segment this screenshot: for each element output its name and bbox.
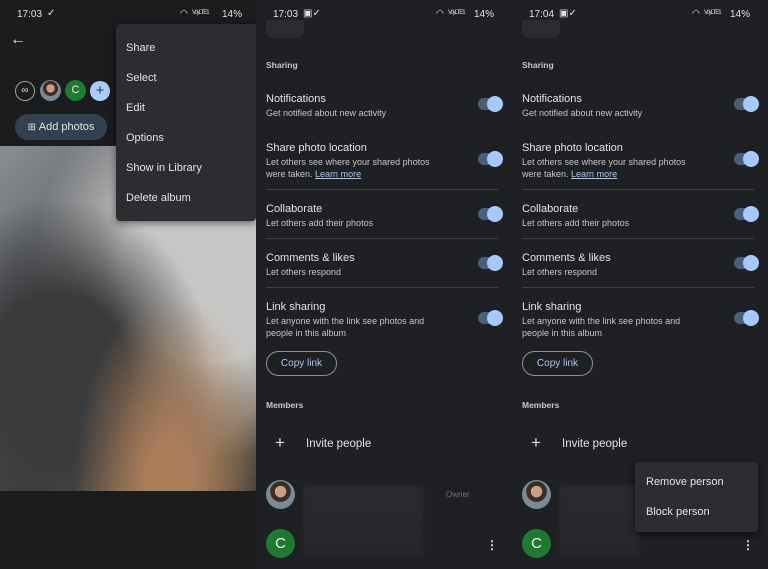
add-person-icon[interactable]: +: [90, 81, 110, 101]
learn-more-link[interactable]: Learn more: [315, 169, 361, 179]
menu-item-delete-album[interactable]: Delete album: [126, 192, 191, 204]
comments-title: Comments & likes: [266, 252, 355, 264]
collaborate-title: Collaborate: [522, 203, 579, 215]
add-photos-label: Add photos: [38, 121, 95, 133]
location-subtitle: Let others see where your shared photos …: [522, 156, 702, 180]
link-sharing-toggle[interactable]: [478, 310, 503, 326]
members-section-title: Members: [266, 400, 304, 410]
notifications-title: Notifications: [522, 93, 582, 105]
location-title: Share photo location: [522, 142, 623, 154]
battery-level: 14%: [729, 9, 750, 20]
sharing-settings-screen-menu: 17:04 ▣✓ ◠ Vo) LTE1 14% Sharing Notifica…: [512, 0, 768, 569]
member-avatar-owner: [266, 480, 295, 509]
status-time: 17:04: [529, 9, 555, 20]
comments-subtitle: Let others respond: [522, 267, 598, 277]
location-toggle[interactable]: [478, 151, 503, 167]
link-sharing-subtitle: Let anyone with the link see photos and …: [266, 316, 425, 338]
status-time: 17:03: [273, 9, 299, 20]
plus-icon[interactable]: +: [531, 433, 541, 453]
back-arrow-icon[interactable]: ←: [10, 31, 26, 49]
invite-people-label[interactable]: Invite people: [306, 438, 371, 450]
divider: [522, 287, 754, 288]
gallery-notification-icon: ▣✓: [559, 8, 577, 19]
menu-item-show-in-library[interactable]: Show in Library: [126, 162, 202, 174]
overflow-menu: Share Select Edit Options Show in Librar…: [116, 24, 256, 221]
owner-label: Owner: [446, 490, 470, 499]
network-label: Vo) LTE1: [448, 10, 466, 16]
status-time: 17:03: [17, 9, 43, 20]
notifications-toggle[interactable]: [478, 96, 503, 112]
notifications-subtitle: Get notified about new activity: [266, 108, 387, 118]
member-avatar-owner: [522, 480, 551, 509]
link-sharing-title: Link sharing: [266, 301, 326, 313]
menu-item-share[interactable]: Share: [126, 42, 155, 54]
sharing-section-title: Sharing: [522, 60, 554, 70]
member-avatar-c: C: [266, 529, 295, 558]
collaborate-toggle[interactable]: [478, 206, 503, 222]
notifications-toggle[interactable]: [734, 96, 759, 112]
menu-item-remove-person[interactable]: Remove person: [646, 476, 724, 488]
add-photos-button[interactable]: ⊞ Add photos: [15, 114, 107, 140]
link-sharing-title: Link sharing: [522, 301, 582, 313]
more-vert-icon[interactable]: ⋮: [486, 538, 498, 552]
divider: [266, 238, 498, 239]
location-title: Share photo location: [266, 142, 367, 154]
comments-title: Comments & likes: [522, 252, 611, 264]
location-toggle[interactable]: [734, 151, 759, 167]
invite-people-label[interactable]: Invite people: [562, 438, 627, 450]
battery-level: 14%: [473, 9, 494, 20]
album-card-edge: [512, 20, 768, 44]
member-name-blurred: [303, 486, 423, 556]
comments-toggle[interactable]: [734, 255, 759, 271]
sharing-section-title: Sharing: [266, 60, 298, 70]
divider: [266, 287, 498, 288]
member-name-blurred: [559, 486, 639, 556]
download-done-icon: ✓: [47, 8, 56, 19]
more-vert-icon[interactable]: ⋮: [742, 538, 754, 552]
link-icon[interactable]: ∞: [15, 81, 35, 101]
divider: [522, 189, 754, 190]
notifications-subtitle: Get notified about new activity: [522, 108, 643, 118]
wifi-icon: ◠: [180, 8, 188, 18]
album-screen: 17:03 ✓ ◠ Vo) LTE1 14% ← ∞ C + ⊞ Add pho…: [0, 0, 256, 569]
divider: [522, 238, 754, 239]
notifications-title: Notifications: [266, 93, 326, 105]
link-sharing-subtitle: Let anyone with the link see photos and …: [522, 316, 681, 338]
menu-item-options[interactable]: Options: [126, 132, 164, 144]
battery-level: 14%: [221, 9, 242, 20]
comments-toggle[interactable]: [478, 255, 503, 271]
wifi-icon: ◠: [692, 8, 700, 18]
network-label: Vo) LTE1: [192, 10, 210, 16]
menu-item-edit[interactable]: Edit: [126, 102, 145, 114]
wifi-icon: ◠: [436, 8, 444, 18]
plus-icon[interactable]: +: [275, 433, 285, 453]
member-options-menu: Remove person Block person: [635, 462, 758, 532]
collaborate-title: Collaborate: [266, 203, 323, 215]
avatar-member[interactable]: C: [65, 80, 86, 101]
comments-subtitle: Let others respond: [266, 267, 342, 277]
link-sharing-toggle[interactable]: [734, 310, 759, 326]
menu-item-block-person[interactable]: Block person: [646, 506, 710, 518]
location-subtitle: Let others see where your shared photos …: [266, 156, 446, 180]
avatar-owner[interactable]: [40, 80, 61, 101]
members-section-title: Members: [522, 400, 560, 410]
network-label: Vo) LTE1: [704, 10, 722, 16]
learn-more-link[interactable]: Learn more: [571, 169, 617, 179]
copy-link-button[interactable]: Copy link: [522, 351, 593, 376]
album-card-edge: [256, 20, 512, 44]
menu-item-select[interactable]: Select: [126, 72, 157, 84]
gallery-notification-icon: ▣✓: [303, 8, 321, 19]
collaborate-subtitle: Let others add their photos: [522, 218, 630, 228]
copy-link-button[interactable]: Copy link: [266, 351, 337, 376]
member-avatar-c: C: [522, 529, 551, 558]
collaborate-subtitle: Let others add their photos: [266, 218, 374, 228]
sharing-settings-screen: 17:03 ▣✓ ◠ Vo) LTE1 14% Sharing Notifica…: [256, 0, 512, 569]
divider: [266, 189, 498, 190]
add-photo-icon: ⊞: [27, 122, 39, 133]
collaborate-toggle[interactable]: [734, 206, 759, 222]
